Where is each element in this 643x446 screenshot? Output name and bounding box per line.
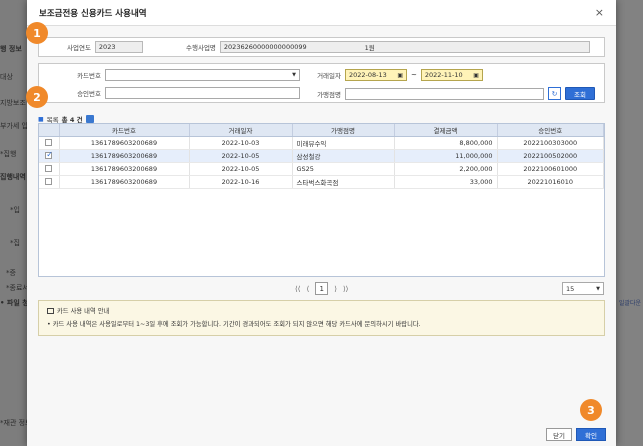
trade-date-cell: 2022-10-05 [189,162,293,176]
notice-title: 카드 사용 내역 안내 [57,308,110,315]
card-number-cell: 1361789603200689 [59,162,190,176]
calendar-icon[interactable]: ▣ [473,72,479,79]
table-row[interactable]: 1361789603200689 2022-10-16 스타벅스화곡점 33,0… [39,175,604,189]
book-icon [47,307,54,314]
row-checkbox[interactable] [45,139,53,146]
bullet-icon: ■ [38,115,44,123]
merchant-cell: GS25 [292,162,395,176]
project-name-suffix: 1원 [364,44,375,52]
table-row[interactable]: 1361789603200689 2022-10-05 GS25 2,200,0… [39,162,604,176]
date-to-field[interactable]: 2022-11-10 ▣ [420,69,483,81]
table-row[interactable]: 1361789603200689 2022-10-05 삼성철강 11,000,… [39,149,604,163]
bg-fragment: 대상 [0,73,13,81]
card-number-label: 카드번호 [77,72,101,80]
project-info-panel: 사업연도 2023 수행사업명 20236260000000000099 1원 [38,37,605,57]
card-usage-modal: 보조금전용 신용카드 사용내역 × 사업연도 2023 수행사업명 202362… [27,0,616,446]
card-number-select[interactable]: ▼ [105,69,300,81]
row-checkbox[interactable] [45,150,53,159]
approval-cell: 2022100303000 [497,136,604,150]
bg-fragment: • 파일 청 [0,299,29,307]
chevron-down-icon: ▼ [596,285,600,292]
modal-header: 보조금전용 신용카드 사용내역 × [27,0,616,26]
bg-fragment: *집행 [0,150,17,158]
usage-notice: 카드 사용 내역 안내 • 카드 사용 내역은 사용일로부터 1~3일 후에 조… [38,300,605,336]
search-button[interactable]: 조회 [565,87,595,100]
amount-cell: 11,000,000 [394,149,498,163]
bg-fragment: 부가세 입 [0,122,28,130]
project-field: 20236260000000000099 1원 [219,41,590,53]
project-code: 20236260000000000099 [223,43,307,51]
year-label: 사업연도 [67,44,91,52]
current-page-button[interactable]: 1 [315,282,329,295]
approval-number-input[interactable] [105,87,300,99]
trade-date-cell: 2022-10-03 [189,136,293,150]
card-number-cell: 1361789603200689 [59,175,190,189]
bg-right-tag: 일괄다운 [618,300,641,307]
card-usage-table: 카드번호 거래일자 가맹점명 결제금액 승인번호 136178960320068… [38,123,605,277]
merchant-cell: 삼성철강 [292,149,395,163]
bg-fragment: 행 정보 [0,45,22,53]
pagination: ⟨⟨ ⟨ 1 ⟩ ⟩⟩ [295,282,348,295]
approval-cell: 20221016010 [497,175,604,189]
column-header[interactable]: 결제금액 [394,124,498,137]
date-from-value: 2022-08-13 [349,71,387,79]
approval-cell: 2022100601000 [497,162,604,176]
merchant-input[interactable] [345,87,544,100]
table-header-row: 카드번호 거래일자 가맹점명 결제금액 승인번호 [39,124,604,137]
page-size-select[interactable]: 15 ▼ [562,282,604,295]
amount-cell: 8,800,000 [394,136,498,150]
column-header [39,124,60,137]
search-panel: 카드번호 ▼ 거래일자 2022-08-13 ▣ ~ 2022-11-10 ▣ … [38,63,605,103]
column-header[interactable]: 거래일자 [189,124,293,137]
amount-cell: 33,000 [394,175,498,189]
confirm-button[interactable]: 확인 [576,428,606,441]
merchant-label: 가맹점명 [317,90,341,99]
approval-cell: 2022100502000 [497,149,604,163]
bg-fragment: 지방보조 [0,99,26,107]
column-header[interactable]: 가맹점명 [292,124,395,137]
chevron-down-icon: ▼ [292,72,296,78]
close-icon[interactable]: × [595,6,604,19]
year-field: 2023 [94,41,143,53]
modal-title: 보조금전용 신용카드 사용내역 [39,8,147,19]
date-range-tilde: ~ [411,71,417,79]
row-checkbox[interactable] [45,165,53,172]
trade-date-cell: 2022-10-05 [189,149,293,163]
merchant-cell: 스타벅스화곡점 [292,175,395,189]
notice-text: • 카드 사용 내역은 사용일로부터 1~3일 후에 조회가 가능합니다. 기간… [47,321,421,328]
step-marker: 2 [26,86,48,108]
step-marker: 1 [26,22,48,44]
column-header[interactable]: 승인번호 [497,124,604,137]
column-header[interactable]: 카드번호 [59,124,190,137]
bg-fragment: 집행내역 [0,173,26,181]
close-button[interactable]: 닫기 [546,428,573,441]
approval-number-label: 승인번호 [77,90,101,98]
reset-icon[interactable]: ↻ [548,87,561,100]
prev-page-button[interactable]: ⟨ [306,285,309,293]
bg-fragment: *증 [6,269,16,277]
excel-download-icon[interactable] [85,115,94,123]
card-number-cell: 1361789603200689 [59,149,190,163]
modal-footer: 닫기 확인 [546,428,606,441]
row-checkbox[interactable] [45,178,53,185]
date-to-value: 2022-11-10 [424,71,463,79]
next-page-button[interactable]: ⟩ [334,285,337,293]
amount-cell: 2,200,000 [394,162,498,176]
trade-date-cell: 2022-10-16 [189,175,293,189]
page-size-value: 15 [566,284,575,293]
bg-fragment: *집 [10,239,20,247]
last-page-button[interactable]: ⟩⟩ [343,285,348,293]
step-marker: 3 [580,399,602,421]
bg-fragment: *종료서 [6,284,29,292]
first-page-button[interactable]: ⟨⟨ [295,285,300,293]
table-row[interactable]: 1361789603200689 2022-10-03 미래뷰수익 8,800,… [39,136,604,150]
date-from-field[interactable]: 2022-08-13 ▣ [345,69,407,81]
merchant-cell: 미래뷰수익 [292,136,395,150]
calendar-icon[interactable]: ▣ [397,72,403,79]
card-number-cell: 1361789603200689 [59,136,190,150]
project-label: 수행사업명 [186,44,216,52]
bg-fragment: *입 [10,206,20,214]
trade-date-label: 거래일자 [317,72,341,80]
